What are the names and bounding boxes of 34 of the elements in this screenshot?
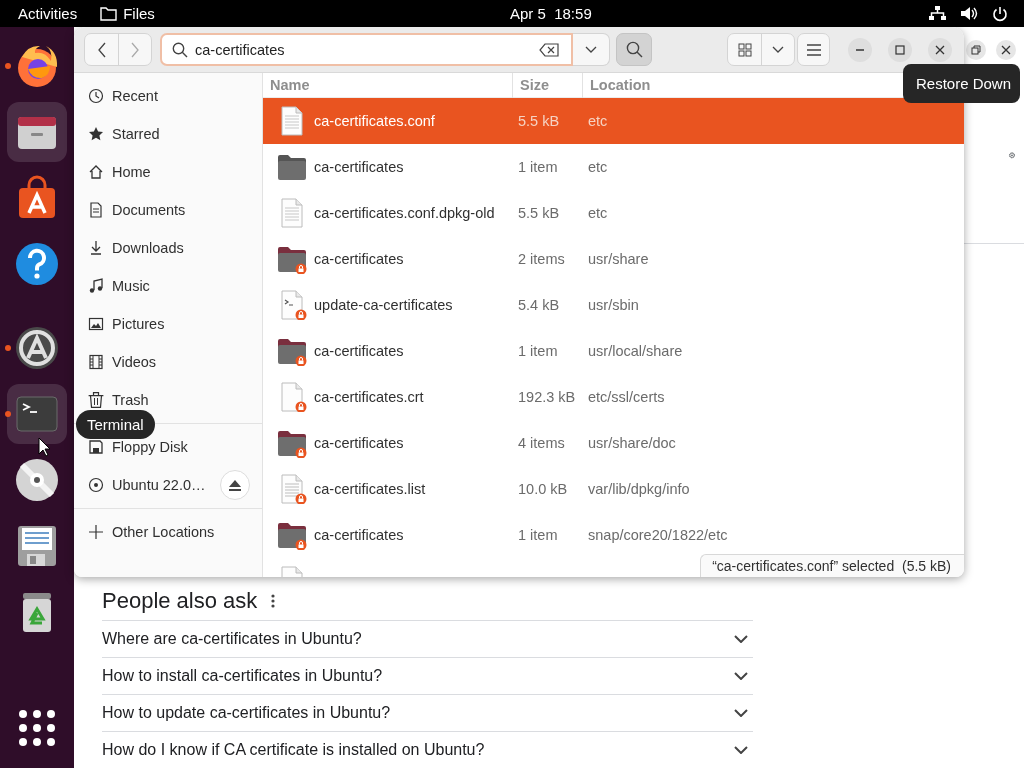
section-heading: People also ask <box>102 588 258 614</box>
file-name: ca-certificates <box>313 343 405 359</box>
file-size: 10.0 kB <box>517 481 569 497</box>
file-location: usr/sbin <box>587 297 640 313</box>
file-name: ca-certificates <box>313 527 405 543</box>
file-size: 1 item <box>517 159 559 175</box>
file-location: snap/core20/1822/etc <box>587 527 729 543</box>
file-size: 1 item <box>517 343 559 359</box>
file-location: usr/share <box>587 251 650 267</box>
tooltip: Terminal <box>76 410 155 439</box>
file-name: update-ca-certificates <box>313 297 454 313</box>
file-name: ca-certificates <box>313 251 405 267</box>
file-location: etc <box>587 159 609 175</box>
file-name: ca-certificates <box>313 435 405 451</box>
file-size: 5.5 kB <box>517 205 561 221</box>
file-size: 5.4 kB <box>517 297 561 313</box>
status-toast: “ca-certificates.conf” selected (5.5 kB) <box>700 554 964 577</box>
file-location: var/lib/dpkg/info <box>587 481 691 497</box>
file-name: ca-certificates.conf.dpkg-old <box>313 205 496 221</box>
file-size: 4 items <box>517 435 566 451</box>
file-location: usr/share/doc <box>587 435 677 451</box>
file-location: usr/local/share <box>587 343 684 359</box>
file-location: etc/ssl/certs <box>587 389 666 405</box>
file-name: ca-certificates.conf <box>313 113 436 129</box>
file-size: 192.3 kB <box>517 389 577 405</box>
file-name: ca-certificates <box>313 159 405 175</box>
file-name: ca-certificates.crt <box>313 389 425 405</box>
file-location: etc <box>587 113 609 129</box>
file-location: etc <box>587 205 609 221</box>
file-size: 2 items <box>517 251 566 267</box>
tooltip: Restore Down <box>903 64 1021 103</box>
file-size: 1 item <box>517 527 559 543</box>
file-name: ca-certificates.list <box>313 481 427 497</box>
file-size: 5.5 kB <box>517 113 561 129</box>
